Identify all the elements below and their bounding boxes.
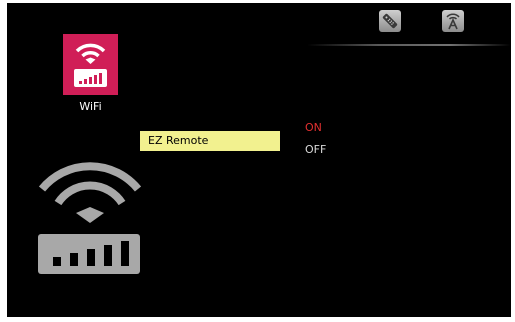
wifi-tile-label: WiFi [79,100,102,113]
menu-item-ez-remote[interactable]: EZ Remote [140,131,280,151]
menu-item-label: EZ Remote [148,134,209,147]
tv-screen: WiFi EZ Remote ON OFF [7,3,511,317]
wifi-tile[interactable] [63,34,118,95]
option-on[interactable]: ON [305,121,322,134]
option-off[interactable]: OFF [305,143,326,156]
wifi-icon [74,43,107,87]
remote-control-icon [379,10,401,32]
wifi-router-icon [35,151,145,281]
status-bar-divider [307,44,511,46]
antenna-icon [442,10,464,32]
